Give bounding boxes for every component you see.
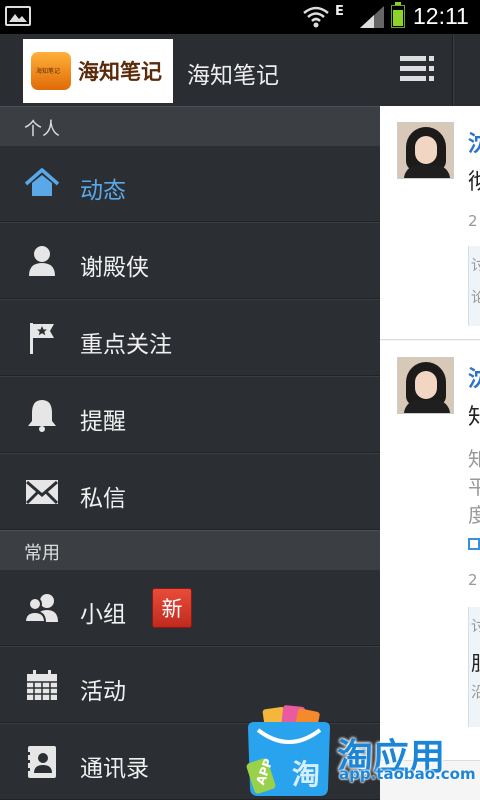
quote-text: 论 — [471, 288, 480, 306]
envelope-icon — [25, 480, 59, 505]
menu-item-label: 提醒 — [80, 409, 126, 435]
avatar[interactable] — [397, 122, 454, 179]
quote-text: 讨 — [471, 256, 480, 274]
feed-text: 知 — [468, 405, 480, 430]
feed-body: 知 — [468, 447, 480, 471]
feed-author[interactable]: 沈 — [468, 361, 480, 393]
feed-meta: 2 — [468, 571, 478, 589]
feed-card[interactable]: 沈 彻 2 讨 论 — [380, 106, 480, 340]
toolbar-divider — [453, 34, 454, 106]
calendar-icon — [27, 670, 57, 700]
menu-item-label: 私信 — [80, 486, 126, 512]
bell-icon — [28, 400, 56, 432]
menu-item-label: 谢殿侠 — [80, 255, 149, 281]
quote-text: 胆 — [471, 647, 480, 676]
menu-item-label: 动态 — [80, 178, 126, 204]
new-badge: 新 — [152, 588, 192, 628]
drawer-header: 海知笔记 海知笔记 海知笔记 — [0, 34, 380, 106]
avatar[interactable] — [397, 357, 454, 414]
wifi-icon — [303, 6, 329, 28]
menu-item-feed[interactable]: 动态 — [0, 145, 380, 222]
logo-small-text: 海知笔记 — [36, 68, 61, 75]
menu-item-messages[interactable]: 私信 — [0, 453, 380, 530]
flag-icon — [30, 323, 54, 354]
section-title: 常用 — [24, 543, 60, 564]
feed-text: 彻 — [468, 170, 480, 195]
watermark-url: app.taobao.com — [339, 765, 476, 783]
screen: E 12:11 海知笔记 海知笔记 海知笔记 个人 动态 谢殿侠 重点关注 提醒… — [0, 0, 480, 800]
home-icon — [24, 168, 60, 196]
feed-meta: 2 — [468, 212, 478, 230]
group-icon — [24, 594, 58, 623]
drawer-toggle-button[interactable] — [380, 34, 453, 106]
network-type: E — [335, 4, 344, 19]
list-menu-icon — [400, 56, 434, 81]
quote-text: 沿 — [471, 683, 480, 701]
clock: 12:11 — [413, 3, 469, 29]
image-attachment-icon[interactable] — [468, 538, 480, 550]
section-title: 个人 — [24, 119, 60, 140]
section-header-common: 常用 — [0, 530, 380, 570]
taobao-bag-logo: APP 淘 — [246, 705, 330, 796]
signal-icon — [360, 6, 384, 28]
feed-quote[interactable]: 讨 论 — [468, 246, 480, 326]
notebook-icon: 海知笔记 — [31, 52, 71, 90]
battery-icon — [391, 2, 405, 28]
menu-item-focus[interactable]: 重点关注 — [0, 299, 380, 376]
feed-toolbar — [380, 34, 480, 106]
feed-quote[interactable]: 讨 胆 沿 — [468, 607, 480, 727]
status-bar: E 12:11 — [0, 0, 480, 34]
app-logo[interactable]: 海知笔记 海知笔记 — [23, 39, 173, 103]
contacts-icon — [26, 746, 56, 778]
logo-text: 海知笔记 — [78, 59, 162, 84]
feed-body: 度 — [468, 503, 480, 527]
menu-item-reminders[interactable]: 提醒 — [0, 376, 380, 453]
menu-item-groups[interactable]: 小组 新 — [0, 569, 380, 646]
bag-char: 淘 — [292, 758, 320, 791]
feed-panel: 沈 彻 2 讨 论 沈 知 知 平 度 2 讨 胆 沿 — [380, 34, 480, 800]
menu-item-label: 活动 — [80, 679, 126, 705]
section-header-personal: 个人 — [0, 106, 380, 146]
quote-text: 讨 — [471, 617, 480, 635]
feed-author[interactable]: 沈 — [468, 126, 480, 158]
menu-item-label: 通讯录 — [80, 756, 149, 782]
menu-item-profile[interactable]: 谢殿侠 — [0, 222, 380, 299]
feed-body: 平 — [468, 475, 480, 499]
navigation-drawer: 海知笔记 海知笔记 海知笔记 个人 动态 谢殿侠 重点关注 提醒 私信 常用 小… — [0, 34, 380, 800]
person-icon — [29, 246, 55, 276]
menu-item-label: 重点关注 — [80, 332, 172, 358]
feed-card[interactable]: 沈 知 知 平 度 2 讨 胆 沿 — [380, 341, 480, 761]
menu-item-label: 小组 — [80, 602, 126, 628]
app-name: 海知笔记 — [187, 63, 279, 89]
gallery-notification-icon — [5, 6, 31, 26]
